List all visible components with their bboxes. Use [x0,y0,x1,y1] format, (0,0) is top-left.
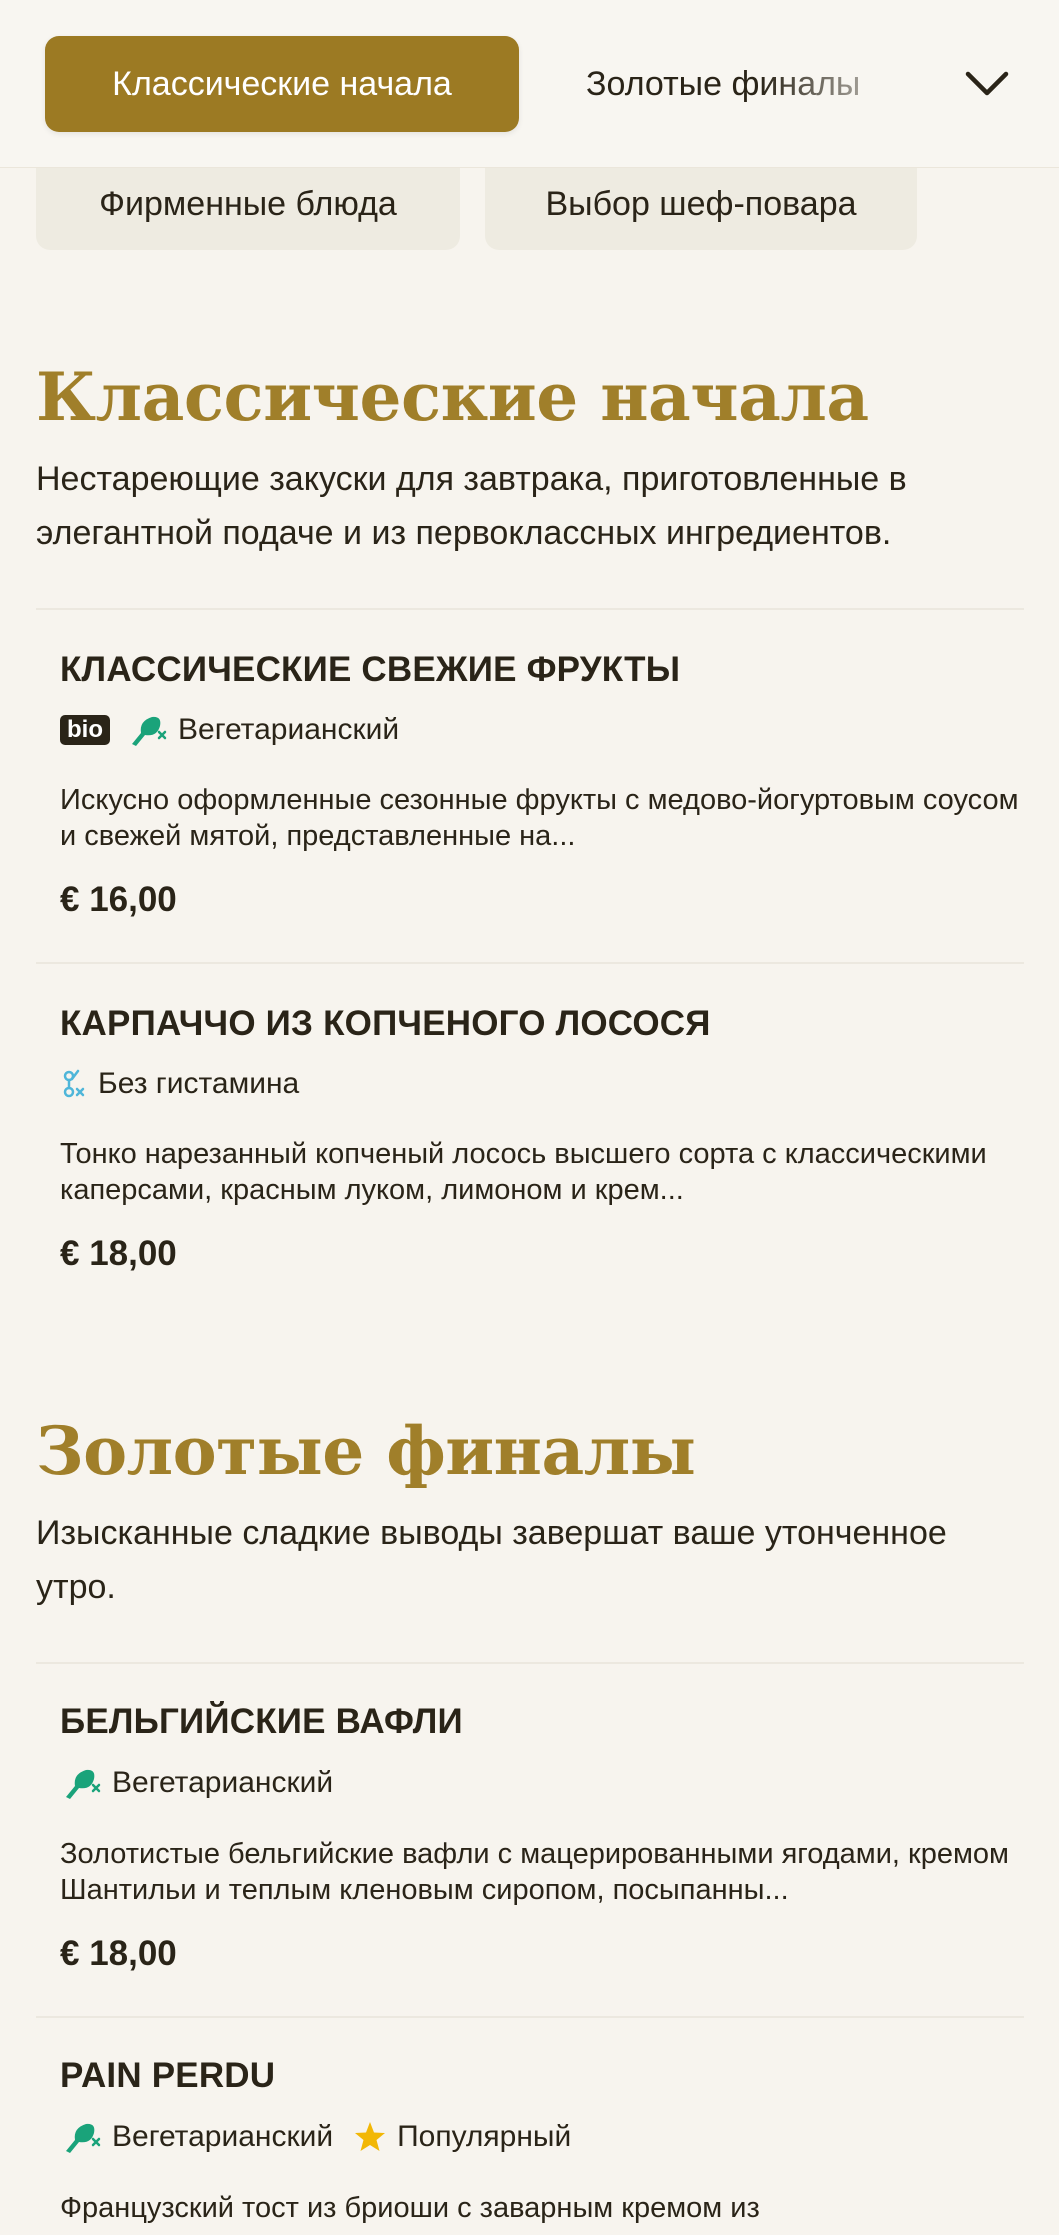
section-description: Изысканные сладкие выводы завершат ваше … [36,1514,947,1606]
tag-label: Вегетарианский [112,1766,334,1799]
tab-fade-overlay [760,36,910,132]
star-icon [355,2122,386,2151]
divider [36,1662,1024,1664]
menu-item-price: € 16,00 [60,880,177,919]
chevron-down-icon [965,71,1009,96]
section-title: Классические начала [36,358,869,436]
menu-item-price: € 18,00 [60,1934,177,1973]
vegetarian-icon [66,2123,101,2153]
item-tags: Вегетарианский Популярный [60,2117,581,2157]
section-description: Нестареющие закуски для завтрака, пригот… [36,460,907,552]
vegetarian-icon [132,716,167,746]
divider [36,2016,1024,2018]
menu-item-name[interactable]: КЛАССИЧЕСКИЕ СВЕЖИЕ ФРУКТЫ [60,650,680,690]
item-tags: bio Вегетарианский [60,710,409,750]
menu-item-name[interactable]: PAIN PERDU [60,2056,275,2096]
menu-item-description: Искусно оформленные сезонные фрукты с ме… [60,784,1019,852]
menu-page: Фирменные блюда Выбор шеф-повара Классич… [0,0,1059,2235]
tag-label: Без гистамина [98,1067,300,1100]
tag-label: Вегетарианский [112,2120,334,2153]
menu-item-description: Золотистые бельгийские вафли с мацериров… [60,1838,1009,1906]
histamine-free-icon [63,1069,85,1098]
menu-item-description: Тонко нарезанный копченый лосось высшего… [60,1138,987,1206]
menu-item-name[interactable]: БЕЛЬГИЙСКИЕ ВАФЛИ [60,1702,463,1742]
section-title: Золотые финалы [36,1412,696,1490]
item-tags: Без гистамина [60,1064,309,1104]
tag-label: Вегетарианский [178,713,400,746]
menu-item-description: Французский тост из бриоши с заварным кр… [60,2192,760,2224]
tag-label: Популярный [397,2120,572,2153]
divider [36,608,1024,610]
category-nav-bar: Классические начала Золотые финалы [0,0,1059,168]
item-tags: Вегетарианский [60,1763,343,1803]
menu-item-price: € 18,00 [60,1234,177,1273]
vegetarian-icon [66,1769,101,1799]
menu-item-name[interactable]: КАРПАЧЧО ИЗ КОПЧЕНОГО ЛОСОСЯ [60,1004,711,1044]
expand-categories-button[interactable] [950,46,1024,122]
tab-classic-starters[interactable]: Классические начала [45,36,519,132]
divider [36,962,1024,964]
bio-badge: bio [60,715,110,745]
